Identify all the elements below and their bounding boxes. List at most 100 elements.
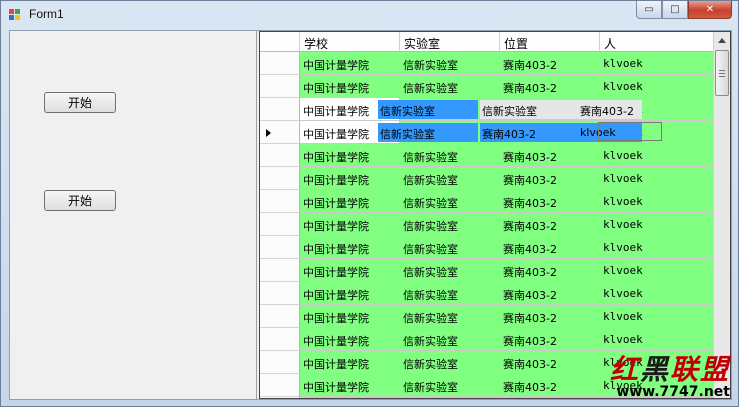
grid-cell[interactable]: 赛南403-2 [500, 328, 600, 351]
grid-cell[interactable]: 赛南403-2 [500, 397, 600, 398]
row-header[interactable] [260, 397, 300, 398]
row-header[interactable] [260, 121, 300, 144]
row-header[interactable] [260, 305, 300, 328]
grid-cell[interactable]: 中国计量学院 [300, 259, 400, 282]
current-row-arrow-icon [266, 129, 271, 137]
render-artifact-overlay: 信新实验室 [480, 100, 580, 119]
grid-cell[interactable]: 赛南403-2 [500, 282, 600, 305]
grid-cell[interactable]: klvoek [600, 305, 715, 328]
grid-cell[interactable]: 赛南403-2 [500, 52, 600, 75]
column-header[interactable]: 位置 [500, 32, 600, 52]
grid-cell[interactable]: 信新实验室 [400, 52, 500, 75]
grid-cell[interactable]: 信新实验室 [400, 282, 500, 305]
grid-cell[interactable]: 中国计量学院 [300, 213, 400, 236]
window-title: Form1 [29, 7, 64, 21]
grid-cell[interactable]: 赛南403-2 [500, 190, 600, 213]
scroll-up-icon [718, 38, 726, 43]
grid-cell[interactable]: 信新实验室 [400, 328, 500, 351]
column-header[interactable]: 人 [600, 32, 715, 52]
grid-cell[interactable]: 信新实验室 [400, 144, 500, 167]
watermark-logo: 红黑联盟 [609, 353, 730, 386]
row-header[interactable] [260, 351, 300, 374]
grid-cell[interactable]: 中国计量学院 [300, 52, 400, 75]
column-header[interactable]: 实验室 [400, 32, 500, 52]
vertical-scrollbar[interactable] [713, 32, 730, 398]
grid-cell[interactable]: 信新实验室 [400, 259, 500, 282]
grid-cell[interactable]: 中国计量学院 [300, 236, 400, 259]
header-corner[interactable] [260, 32, 300, 52]
row-header[interactable] [260, 98, 300, 121]
scroll-up-arrow[interactable] [714, 32, 730, 49]
row-header[interactable] [260, 374, 300, 397]
grid-cell[interactable]: 中国计量学院 [300, 374, 400, 397]
grid-cell[interactable]: 中国计量学院 [300, 167, 400, 190]
row-header[interactable] [260, 259, 300, 282]
row-header[interactable] [260, 75, 300, 98]
maximize-icon: □ [670, 4, 680, 15]
left-panel: 开始 开始 [10, 31, 256, 399]
render-artifact-overlay: 赛南403-2 [480, 123, 580, 142]
grid-cell[interactable]: 赛南403-2 [500, 167, 600, 190]
column-header[interactable]: 学校 [300, 32, 400, 52]
maximize-button[interactable]: □ [662, 1, 688, 19]
row-header[interactable] [260, 144, 300, 167]
grid-cell[interactable]: klvoek [600, 167, 715, 190]
row-header[interactable] [260, 167, 300, 190]
scroll-thumb[interactable] [715, 50, 729, 96]
grid-cell[interactable]: 赛南403-2 [500, 144, 600, 167]
grid-cell[interactable]: klvoek [600, 144, 715, 167]
grid-cell[interactable]: 赛南403-2 [500, 236, 600, 259]
start-button-1[interactable]: 开始 [44, 92, 116, 113]
render-artifact-overlay: 信新实验室 [378, 123, 478, 142]
grid-cell[interactable]: 信新实验室 [400, 236, 500, 259]
row-header[interactable] [260, 52, 300, 75]
grid-cell[interactable]: 中国计量学院 [300, 397, 400, 398]
grid-cell[interactable]: 中国计量学院 [300, 305, 400, 328]
grid-cell[interactable]: klvoek [600, 213, 715, 236]
minimize-icon: ▭ [644, 4, 654, 15]
grid-cell[interactable]: 中国计量学院 [300, 75, 400, 98]
row-header[interactable] [260, 282, 300, 305]
grid-cell[interactable]: 赛南403-2 [500, 75, 600, 98]
render-artifact-overlay: 赛南403-2 [578, 100, 642, 119]
app-icon [9, 9, 21, 21]
grid-cell[interactable]: 中国计量学院 [300, 282, 400, 305]
grid-cell[interactable]: 信新实验室 [400, 213, 500, 236]
grid-cell[interactable]: 赛南403-2 [500, 259, 600, 282]
grid-cell[interactable]: 信新实验室 [400, 75, 500, 98]
grid-cell[interactable]: 信新实验室 [400, 397, 500, 398]
cell-edit-box[interactable] [598, 122, 662, 141]
grid-cell[interactable]: 赛南403-2 [500, 305, 600, 328]
grid-cell[interactable]: 中国计量学院 [300, 144, 400, 167]
grid-cell[interactable]: 赛南403-2 [500, 213, 600, 236]
grid-cell[interactable]: 中国计量学院 [300, 351, 400, 374]
grid-cell[interactable]: klvoek [600, 282, 715, 305]
row-header[interactable] [260, 236, 300, 259]
grid-cell[interactable]: 中国计量学院 [300, 328, 400, 351]
data-grid-view[interactable]: 学校 实验室 位置人中国计量学院 信新实验室 赛南403-2 klvoek 中国计量学院 信新… [259, 31, 731, 399]
grid-cell[interactable]: 中国计量学院 [300, 190, 400, 213]
row-header[interactable] [260, 190, 300, 213]
close-button[interactable]: ✕ [688, 1, 732, 19]
grid-cell[interactable]: 信新实验室 [400, 305, 500, 328]
grid-cell[interactable]: 信新实验室 [400, 190, 500, 213]
grid-cell[interactable]: klvoek [600, 52, 715, 75]
watermark: 红黑联盟 www.7747.net [609, 353, 730, 401]
grid-cell[interactable]: klvoek [600, 75, 715, 98]
grid-cell[interactable]: 赛南403-2 [500, 374, 600, 397]
grid-cell[interactable]: klvoek [600, 259, 715, 282]
minimize-button[interactable]: ▭ [636, 1, 662, 19]
grid-cell[interactable]: klvoek [600, 236, 715, 259]
grid-cell[interactable]: klvoek [600, 328, 715, 351]
start-button-2[interactable]: 开始 [44, 190, 116, 211]
client-area: 开始 开始 学校 实验室 位置人中国计量学院 信新实验室 赛南403-2 klvoek 中国… [9, 30, 732, 400]
grid-cell[interactable]: 信新实验室 [400, 167, 500, 190]
title-bar[interactable]: Form1 ▭ □ ✕ [1, 1, 738, 29]
grid-cell[interactable]: 信新实验室 [400, 374, 500, 397]
caption-buttons: ▭ □ ✕ [636, 1, 732, 20]
row-header[interactable] [260, 328, 300, 351]
grid-cell[interactable]: 赛南403-2 [500, 351, 600, 374]
grid-cell[interactable]: 信新实验室 [400, 351, 500, 374]
grid-cell[interactable]: klvoek [600, 190, 715, 213]
row-header[interactable] [260, 213, 300, 236]
